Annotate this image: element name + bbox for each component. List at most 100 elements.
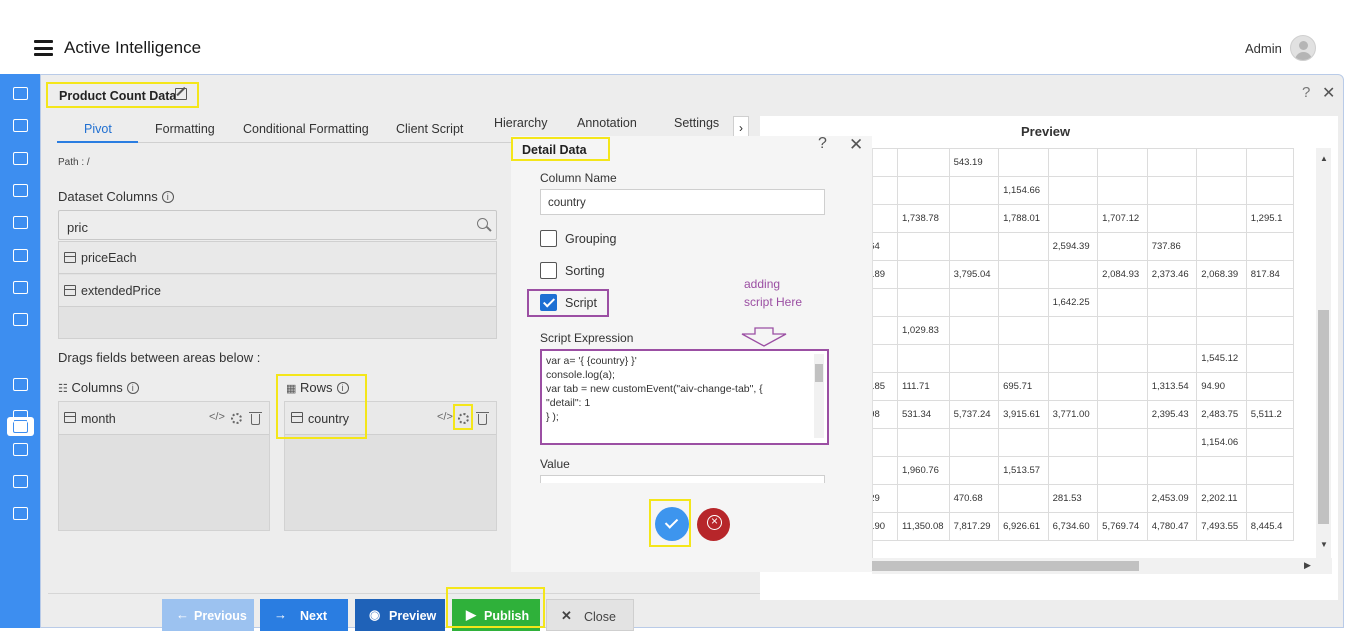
scroll-down-icon[interactable]: ▼ bbox=[1320, 540, 1328, 549]
preview-cell: 53.29 bbox=[873, 484, 898, 513]
user-name[interactable]: Admin bbox=[1245, 41, 1282, 56]
script-checkbox[interactable] bbox=[540, 294, 557, 311]
value-input[interactable] bbox=[540, 475, 825, 483]
preview-cell: 695.71 bbox=[998, 372, 1049, 401]
textarea-scrollbar[interactable] bbox=[814, 354, 824, 438]
card-icon[interactable] bbox=[13, 249, 28, 262]
close-icon[interactable]: ✕ bbox=[849, 135, 863, 155]
script-expression-textarea[interactable]: var a= '{ {country} }' console.log(a); v… bbox=[540, 349, 829, 445]
preview-cell bbox=[896, 428, 950, 457]
confirm-button[interactable] bbox=[655, 507, 689, 541]
table-icon bbox=[64, 285, 76, 296]
list-icon[interactable] bbox=[13, 119, 28, 132]
field-item[interactable]: extendedPrice bbox=[59, 275, 496, 307]
preview-button[interactable]: ◉ Preview bbox=[355, 599, 445, 631]
column-name-input[interactable]: country bbox=[540, 189, 825, 215]
code-icon[interactable]: </> bbox=[437, 411, 453, 423]
preview-cell: 7,493.55 bbox=[1196, 512, 1247, 541]
document-icon[interactable] bbox=[13, 378, 28, 391]
cancel-button[interactable] bbox=[697, 508, 730, 541]
help-icon[interactable]: ? bbox=[1302, 84, 1310, 101]
preview-cell bbox=[1047, 428, 1099, 457]
tab-hierarchy[interactable]: Hierarchy bbox=[494, 116, 548, 130]
hierarchy-icon[interactable] bbox=[13, 443, 28, 456]
word-icon[interactable] bbox=[13, 410, 28, 423]
import-icon[interactable] bbox=[13, 87, 28, 100]
scroll-right-icon[interactable]: ▶ bbox=[1304, 560, 1311, 571]
scroll-thumb[interactable] bbox=[872, 561, 1139, 571]
hamburger-menu-icon[interactable] bbox=[34, 40, 53, 56]
preview-cell: 3,915.61 bbox=[998, 400, 1049, 429]
preview-cell bbox=[1245, 484, 1295, 513]
code-icon[interactable]: </> bbox=[209, 411, 225, 423]
script-label: Script bbox=[565, 296, 597, 310]
search-icon[interactable] bbox=[477, 218, 488, 229]
cubes-icon[interactable] bbox=[13, 184, 28, 197]
edit-icon[interactable] bbox=[175, 88, 187, 100]
vertical-scrollbar[interactable]: ▲ ▼ bbox=[1316, 148, 1331, 558]
scroll-thumb[interactable] bbox=[1318, 310, 1329, 524]
preview-cell: 1,029.83 bbox=[896, 316, 950, 345]
next-label: Next bbox=[300, 609, 328, 623]
eye-icon: ◉ bbox=[369, 607, 381, 622]
chart-icon[interactable] bbox=[13, 152, 28, 165]
preview-cell bbox=[1245, 232, 1295, 261]
gear-icon[interactable] bbox=[231, 413, 242, 424]
preview-cell: 5,737.24 bbox=[948, 400, 1000, 429]
tab-settings[interactable]: Settings bbox=[674, 116, 719, 130]
braces-icon[interactable] bbox=[13, 281, 28, 294]
preview-cell: 2,373.46 bbox=[1146, 260, 1198, 289]
field-item[interactable]: priceEach bbox=[59, 242, 496, 274]
preview-cell bbox=[873, 316, 898, 345]
info-icon[interactable]: i bbox=[161, 191, 174, 203]
preview-cell bbox=[948, 176, 1000, 205]
preview-cell: 1,642.25 bbox=[1047, 288, 1099, 317]
scroll-up-icon[interactable]: ▲ bbox=[1320, 154, 1328, 163]
trash-icon[interactable] bbox=[249, 412, 262, 425]
avatar[interactable] bbox=[1290, 35, 1316, 61]
horizontal-scrollbar[interactable]: ▶ bbox=[872, 558, 1332, 574]
chip-icon[interactable] bbox=[13, 507, 28, 520]
preview-cell bbox=[896, 176, 950, 205]
next-button[interactable]: → Next bbox=[260, 599, 348, 631]
preview-cell bbox=[1196, 316, 1247, 345]
preview-cell bbox=[1146, 456, 1198, 485]
preview-cell bbox=[1146, 148, 1198, 177]
trash-icon[interactable] bbox=[476, 412, 489, 425]
field-name: priceEach bbox=[81, 251, 137, 265]
tab-formatting[interactable]: Formatting bbox=[155, 122, 215, 136]
preview-cell bbox=[1047, 176, 1099, 205]
sorting-checkbox[interactable] bbox=[540, 262, 557, 279]
close-button[interactable]: ✕ Close bbox=[546, 599, 634, 631]
info-icon[interactable]: i bbox=[126, 382, 139, 394]
preview-cell bbox=[1097, 316, 1148, 345]
tab-client-script[interactable]: Client Script bbox=[396, 122, 463, 136]
preview-cell bbox=[1245, 316, 1295, 345]
columns-item-month[interactable]: month </> bbox=[59, 402, 269, 435]
preview-cell bbox=[1245, 148, 1295, 177]
column-search-value: pric bbox=[67, 220, 88, 235]
tab-pivot[interactable]: Pivot bbox=[84, 122, 112, 136]
previous-button[interactable]: ← Previous bbox=[162, 599, 254, 631]
analytics-icon[interactable] bbox=[13, 475, 28, 488]
preview-cell bbox=[896, 148, 950, 177]
tab-annotation[interactable]: Annotation bbox=[577, 116, 637, 130]
preview-cell bbox=[1047, 204, 1099, 233]
column-search-input[interactable]: pric bbox=[58, 210, 497, 240]
close-icon[interactable]: ✕ bbox=[1322, 83, 1335, 103]
tab-conditional-formatting[interactable]: Conditional Formatting bbox=[243, 122, 369, 136]
zone-item-name: month bbox=[81, 412, 116, 426]
image-icon[interactable] bbox=[13, 313, 28, 326]
grouping-checkbox[interactable] bbox=[540, 230, 557, 247]
preview-table: 543.19 1,154.66 1,738.78 1,788.01 1,707.12 1,… bbox=[873, 148, 1295, 541]
report-icon[interactable] bbox=[13, 216, 28, 229]
preview-cell bbox=[1047, 456, 1099, 485]
preview-cell bbox=[873, 456, 898, 485]
preview-cell bbox=[1047, 316, 1099, 345]
preview-cell bbox=[948, 232, 1000, 261]
help-icon[interactable]: ? bbox=[818, 135, 827, 153]
preview-cell bbox=[1196, 232, 1247, 261]
columns-drop-zone[interactable]: month </> bbox=[58, 401, 270, 531]
preview-cell: 1,788.01 bbox=[998, 204, 1049, 233]
preview-cell bbox=[896, 344, 950, 373]
